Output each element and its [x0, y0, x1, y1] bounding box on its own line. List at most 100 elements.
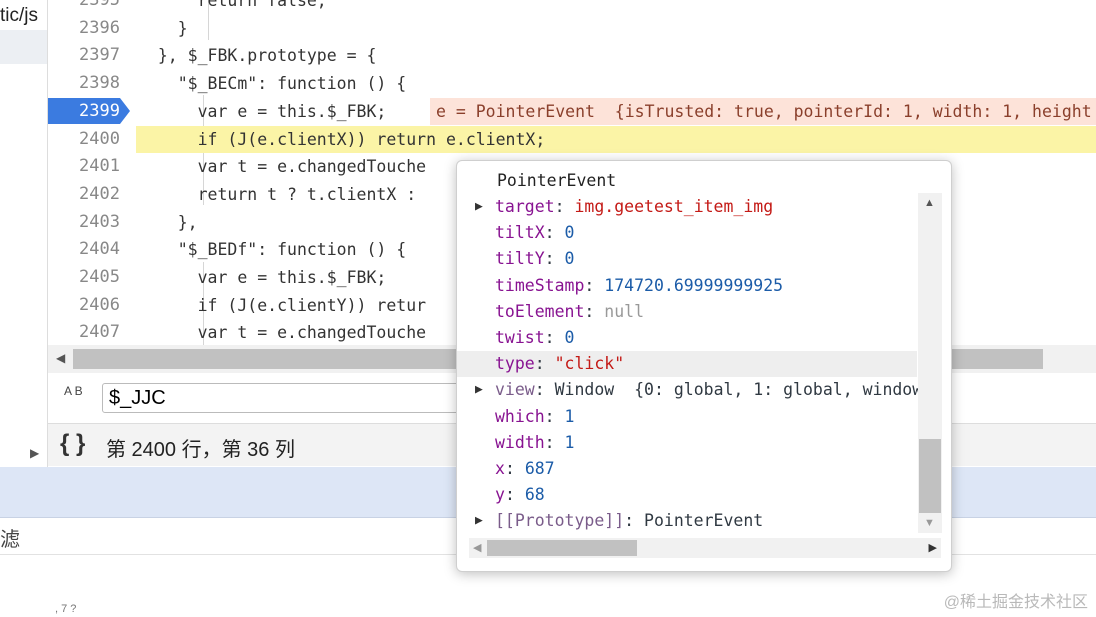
property-value: 68 — [524, 485, 545, 505]
code-text: if (J(e.clientX)) return e.clientX; — [138, 129, 546, 149]
property-key: view — [495, 380, 535, 400]
key-separator: : — [544, 223, 565, 243]
expand-triangle-icon[interactable]: ▶ — [475, 508, 483, 534]
code-text: "$_BEDf": function () { — [138, 240, 407, 260]
property-value: 0 — [564, 249, 575, 269]
expand-triangle-icon[interactable]: ▶ — [30, 446, 39, 460]
watermark: @稀土掘金技术社区 — [943, 594, 1088, 611]
search-input[interactable] — [102, 383, 476, 413]
property-key: which — [495, 406, 545, 426]
property-row[interactable]: ▶ [[Prototype]]: PointerEvent — [457, 508, 917, 534]
scrollbar-thumb[interactable] — [919, 439, 941, 513]
key-separator: : — [554, 197, 575, 216]
key-separator: : — [584, 301, 605, 321]
code-text: var t = e.changedTouche — [138, 323, 427, 343]
key-separator: : — [504, 459, 525, 478]
scroll-left-icon[interactable]: ◀ — [473, 541, 481, 554]
code-text: var e = this.$_FBK; — [138, 268, 387, 287]
file-navigator-pane: tic/js ▶ — [0, 0, 48, 467]
key-separator: : — [624, 511, 645, 531]
property-value: PointerEvent — [644, 511, 764, 531]
code-text: return t ? t.clientX : — [138, 184, 427, 204]
key-separator: : — [544, 328, 565, 347]
expand-triangle-icon[interactable]: ▶ — [475, 377, 483, 403]
property-value: img.geetest_item_img — [574, 197, 774, 216]
popover-title: PointerEvent — [497, 171, 617, 190]
object-preview-popover[interactable]: PointerEvent ▶ target: img.geetest_item_i… — [456, 160, 952, 572]
scroll-right-icon[interactable]: ▶ — [929, 541, 937, 554]
property-key: [[Prototype]] — [495, 511, 625, 531]
property-value: 1 — [564, 406, 575, 426]
property-row[interactable]: ▶ target: img.geetest_item_img — [457, 194, 917, 220]
line-number[interactable]: 2405 — [48, 264, 120, 291]
code-text: }, $_FBK.prototype = { — [138, 46, 377, 66]
line-number[interactable]: 2404 — [48, 236, 120, 263]
property-row[interactable]: tiltX: 0 — [457, 220, 917, 246]
line-number[interactable]: 2397 — [48, 42, 120, 69]
property-key: tiltX — [495, 223, 545, 243]
expand-triangle-icon[interactable]: ▶ — [475, 194, 483, 220]
popover-vertical-scrollbar[interactable]: ▲ ▼ — [918, 193, 942, 533]
line-number[interactable]: 2399 — [48, 98, 120, 125]
code-line: 2397 }, $_FBK.prototype = { — [48, 42, 1096, 70]
scrollbar-thumb[interactable] — [487, 540, 637, 556]
key-separator: : — [544, 432, 565, 452]
property-key: y — [495, 485, 505, 505]
file-path-label: tic/js — [0, 5, 38, 26]
code-text: } — [138, 18, 188, 38]
property-key: timeStamp — [495, 275, 585, 295]
property-value: null — [604, 301, 645, 321]
property-row[interactable]: y: 68 — [457, 482, 917, 508]
key-separator: : — [544, 406, 565, 426]
code-line: 2400 if (J(e.clientX)) return e.clientX; — [48, 125, 1096, 154]
property-row[interactable]: twist: 0 — [457, 325, 917, 351]
key-separator: : — [504, 485, 525, 505]
match-case-icon[interactable]: A B — [64, 385, 83, 397]
property-row[interactable]: ▶ view: Window {0: global, 1: global, win… — [457, 377, 922, 403]
scroll-left-icon[interactable]: ◀ — [56, 351, 65, 365]
line-number[interactable]: 2395 — [48, 0, 120, 14]
property-value: 687 — [524, 459, 555, 478]
code-line: 2395 return false; — [48, 0, 1096, 15]
filter-label: 滤 — [0, 529, 20, 551]
line-number[interactable]: 2396 — [48, 15, 120, 42]
line-number[interactable]: 2406 — [48, 292, 120, 319]
property-row[interactable]: toElement: null — [457, 299, 917, 325]
property-value: "click" — [554, 354, 625, 374]
line-number[interactable]: 2398 — [48, 70, 120, 97]
code-text: "$_BECm": function () { — [138, 74, 407, 94]
pretty-print-icon[interactable]: { } — [60, 430, 85, 458]
property-value: 0 — [564, 328, 575, 347]
code-line: 2399 var e = this.$_FBK; e = PointerEvent… — [48, 97, 1096, 126]
line-number[interactable]: 2400 — [48, 126, 120, 153]
property-row[interactable]: which: 1 — [457, 404, 917, 430]
line-number[interactable]: 2403 — [48, 209, 120, 236]
property-key: toElement — [495, 301, 585, 321]
property-row[interactable]: type: "click" — [457, 351, 917, 378]
line-number[interactable]: 2407 — [48, 319, 120, 345]
code-text: var e = this.$_FBK; — [138, 101, 387, 121]
property-key: x — [495, 459, 505, 478]
key-separator: : — [534, 354, 555, 374]
code-text: return false; — [138, 0, 327, 10]
property-row[interactable]: width: 1 — [457, 430, 917, 456]
property-row[interactable]: timeStamp: 174720.69999999925 — [457, 273, 917, 299]
key-separator: : — [584, 275, 605, 295]
line-number[interactable]: 2402 — [48, 181, 120, 208]
scroll-down-icon[interactable]: ▼ — [924, 517, 935, 529]
line-number[interactable]: 2401 — [48, 153, 120, 180]
property-value: 174720.69999999925 — [604, 275, 784, 295]
scroll-up-icon[interactable]: ▲ — [924, 197, 935, 209]
property-row[interactable]: x: 687 — [457, 456, 917, 482]
property-key: tiltY — [495, 249, 545, 269]
property-key: type — [495, 354, 535, 374]
property-value: 0 — [564, 223, 575, 243]
popover-horizontal-scrollbar[interactable]: ◀ ▶ — [469, 538, 941, 558]
property-key: twist — [495, 328, 545, 347]
inline-value-preview[interactable]: e = PointerEvent {isTrusted: true, point… — [430, 97, 1096, 125]
property-row[interactable]: tiltY: 0 — [457, 246, 917, 272]
key-separator: : — [534, 380, 555, 400]
cursor-position: 第 2400 行，第 36 列 — [106, 439, 295, 461]
selected-file-row[interactable] — [0, 30, 47, 64]
code-text: var t = e.changedTouche — [138, 157, 427, 177]
